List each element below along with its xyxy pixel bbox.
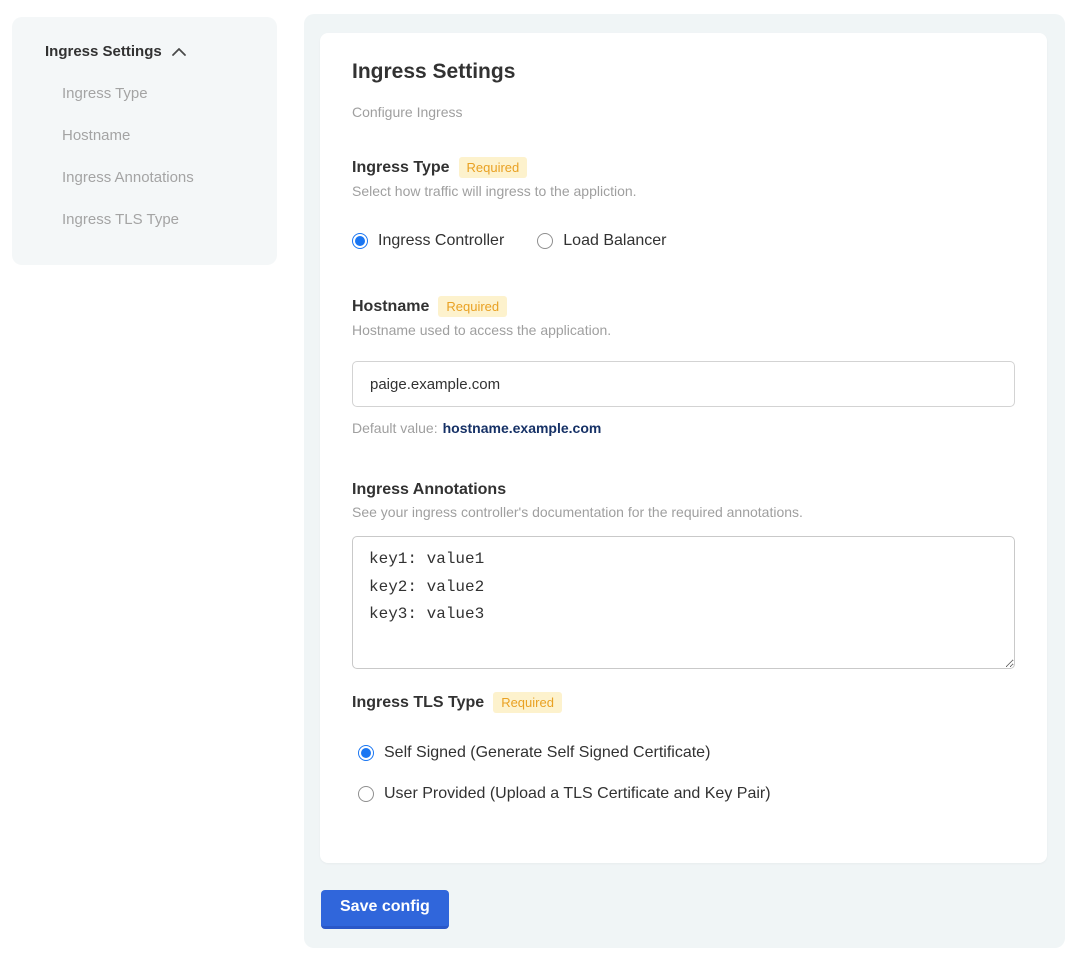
ingress-type-help: Select how traffic will ingress to the a… [352, 183, 1015, 200]
default-value: hostname.example.com [443, 420, 602, 436]
radio-icon [537, 233, 553, 249]
radio-option-self-signed[interactable]: Self Signed (Generate Self Signed Certif… [358, 742, 1015, 764]
default-value-prefix: Default value: [352, 420, 438, 436]
chevron-up-icon [171, 47, 187, 57]
section-ingress-type: Ingress Type Required Select how traffic… [352, 157, 1015, 252]
sidebar-group-ingress-settings[interactable]: Ingress Settings [45, 43, 257, 60]
page-title: Ingress Settings [352, 60, 1015, 84]
radio-label: Self Signed (Generate Self Signed Certif… [384, 742, 710, 764]
sidebar-item-ingress-type[interactable]: Ingress Type [62, 85, 257, 102]
ingress-tls-type-label: Ingress TLS Type [352, 693, 484, 712]
radio-icon [352, 233, 368, 249]
radio-icon [358, 786, 374, 802]
required-badge: Required [438, 296, 507, 317]
required-badge: Required [493, 692, 562, 713]
ingress-type-label: Ingress Type [352, 158, 450, 177]
sidebar-item-ingress-annotations[interactable]: Ingress Annotations [62, 169, 257, 186]
hostname-input[interactable] [352, 361, 1015, 407]
sidebar-group-label: Ingress Settings [45, 43, 162, 60]
ingress-annotations-label: Ingress Annotations [352, 480, 506, 499]
hostname-default-line: Default value: hostname.example.com [352, 420, 1015, 437]
section-hostname: Hostname Required Hostname used to acces… [352, 296, 1015, 437]
radio-icon [358, 745, 374, 761]
required-badge: Required [459, 157, 528, 178]
radio-option-ingress-controller[interactable]: Ingress Controller [352, 230, 504, 252]
page-subtitle: Configure Ingress [352, 104, 1015, 121]
section-ingress-annotations: Ingress Annotations See your ingress con… [352, 480, 1015, 669]
radio-option-user-provided[interactable]: User Provided (Upload a TLS Certificate … [358, 783, 1015, 805]
sidebar-item-hostname[interactable]: Hostname [62, 127, 257, 144]
ingress-annotations-help: See your ingress controller's documentat… [352, 504, 1015, 521]
radio-label: Ingress Controller [378, 230, 504, 252]
section-ingress-tls-type: Ingress TLS Type Required Self Signed (G… [352, 692, 1015, 805]
hostname-help: Hostname used to access the application. [352, 322, 1015, 339]
config-card: Ingress Settings Configure Ingress Ingre… [320, 33, 1047, 863]
ingress-type-options: Ingress Controller Load Balancer [352, 230, 1015, 252]
sidebar-nav: Ingress Type Hostname Ingress Annotation… [45, 85, 257, 228]
radio-label: User Provided (Upload a TLS Certificate … [384, 783, 771, 805]
ingress-annotations-textarea[interactable]: key1: value1 key2: value2 key3: value3 [352, 536, 1015, 669]
ingress-tls-type-options: Self Signed (Generate Self Signed Certif… [352, 742, 1015, 805]
radio-option-load-balancer[interactable]: Load Balancer [537, 230, 666, 252]
radio-label: Load Balancer [563, 230, 666, 252]
hostname-label: Hostname [352, 297, 429, 316]
sidebar-item-ingress-tls-type[interactable]: Ingress TLS Type [62, 211, 257, 228]
save-config-button[interactable]: Save config [321, 890, 449, 929]
config-panel: Ingress Settings Configure Ingress Ingre… [304, 14, 1065, 948]
config-nav-sidebar: Ingress Settings Ingress Type Hostname I… [12, 17, 277, 265]
